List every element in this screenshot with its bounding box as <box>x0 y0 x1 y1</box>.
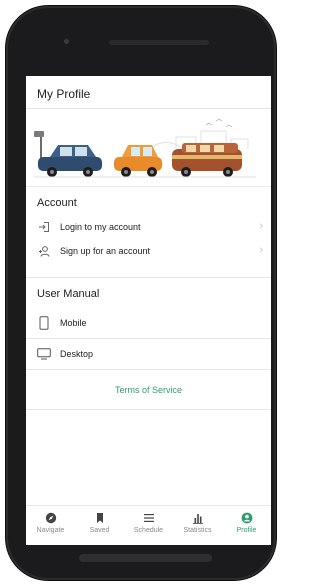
terms-of-service-link[interactable]: Terms of Service <box>26 370 271 410</box>
page-header: My Profile <box>26 76 271 109</box>
desktop-row[interactable]: Desktop <box>26 339 271 369</box>
signup-row[interactable]: Sign up for an account › <box>26 239 271 263</box>
phone-frame: My Profile Account Login to my account ›… <box>6 6 276 580</box>
signup-label: Sign up for an account <box>60 246 151 256</box>
login-row[interactable]: Login to my account › <box>26 215 271 239</box>
cars-illustration-image <box>34 118 256 178</box>
desktop-label: Desktop <box>60 349 94 359</box>
list-icon <box>143 514 154 522</box>
account-section-title: Account <box>37 197 77 209</box>
app-screen: My Profile Account Login to my account ›… <box>26 76 271 545</box>
profile-icon <box>241 512 252 524</box>
tab-profile[interactable]: Profile <box>222 506 271 545</box>
bookmark-icon <box>96 513 103 523</box>
tab-navigate[interactable]: Navigate <box>26 506 75 545</box>
tab-label: Saved <box>89 527 110 534</box>
manual-section-title: User Manual <box>37 288 100 300</box>
speaker-grille <box>109 40 209 45</box>
page-title: My Profile <box>37 87 91 101</box>
mobile-label: Mobile <box>60 318 87 328</box>
tab-label: Schedule <box>133 527 164 534</box>
tab-statistics[interactable]: Statistics <box>173 506 222 545</box>
mobile-icon <box>37 316 51 330</box>
chevron-right-icon: › <box>259 220 263 232</box>
add-user-icon <box>37 244 51 258</box>
compass-icon <box>45 512 56 524</box>
tab-label: Navigate <box>36 527 65 534</box>
tab-saved[interactable]: Saved <box>75 506 124 545</box>
desktop-icon <box>37 347 51 361</box>
login-icon <box>37 220 51 234</box>
bar-chart-icon <box>192 514 203 524</box>
login-label: Login to my account <box>60 222 141 232</box>
home-indicator <box>79 554 212 562</box>
cars-illustration <box>26 109 271 187</box>
tab-label: Profile <box>236 527 257 534</box>
bottom-tab-bar: Navigate Saved Schedule Statistics Profi… <box>26 505 271 545</box>
mobile-row[interactable]: Mobile <box>26 308 271 338</box>
camera-dot <box>64 39 69 44</box>
tab-label: Statistics <box>183 527 212 534</box>
chevron-right-icon: › <box>259 244 263 256</box>
tab-schedule[interactable]: Schedule <box>124 506 173 545</box>
